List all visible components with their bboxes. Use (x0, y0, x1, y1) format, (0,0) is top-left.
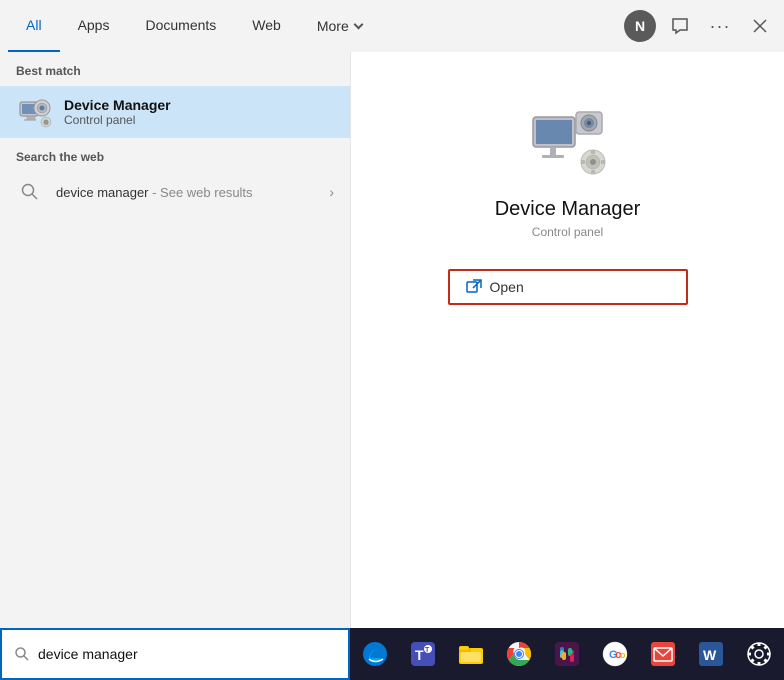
taskbar-word-icon[interactable]: W (689, 632, 733, 676)
taskbar-icons: T T (350, 632, 784, 676)
taskbar-explorer-icon[interactable] (449, 632, 493, 676)
search-web-icon (16, 178, 44, 206)
main-container: Best match (0, 52, 784, 628)
left-panel: Best match (0, 52, 350, 628)
search-web-label: Search the web (0, 138, 350, 170)
taskbar-edge-icon[interactable] (353, 632, 397, 676)
taskbar-settings-icon[interactable] (737, 632, 781, 676)
open-window-icon (466, 279, 482, 295)
nav-right: N ··· (624, 10, 776, 42)
tab-apps[interactable]: Apps (60, 0, 128, 52)
taskbar-slack-icon[interactable] (545, 632, 589, 676)
device-manager-result[interactable]: ⚙ Device Manager Control panel (0, 86, 350, 138)
result-title: Device Manager (64, 97, 171, 113)
open-label: Open (490, 279, 524, 295)
taskbar-mail-icon[interactable] (641, 632, 685, 676)
svg-text:T: T (425, 647, 430, 654)
more-label: More (317, 18, 349, 34)
ellipsis-icon: ··· (710, 16, 731, 37)
chevron-down-icon (353, 20, 363, 30)
feedback-icon (671, 17, 689, 35)
arrow-right-icon: › (329, 184, 334, 200)
svg-text:⚙: ⚙ (43, 119, 49, 127)
taskbar: device manager T T (0, 628, 784, 680)
taskbar-chrome-icon[interactable] (497, 632, 541, 676)
svg-text:T: T (415, 647, 424, 663)
taskbar-teams-icon[interactable]: T T (401, 632, 445, 676)
web-result-item[interactable]: device manager - See web results › (0, 170, 350, 214)
tab-more[interactable]: More (299, 0, 380, 52)
feedback-button[interactable] (664, 10, 696, 42)
best-match-label: Best match (0, 52, 350, 86)
open-button[interactable]: Open (448, 269, 688, 305)
svg-text:o: o (620, 650, 626, 660)
tab-all[interactable]: All (8, 0, 60, 52)
detail-device-manager-icon (528, 102, 608, 182)
web-result-text: device manager - See web results (56, 185, 317, 200)
search-input-value[interactable]: device manager (38, 646, 336, 662)
tab-web[interactable]: Web (234, 0, 299, 52)
svg-text:W: W (703, 647, 717, 663)
result-subtitle: Control panel (64, 113, 171, 127)
tab-documents[interactable]: Documents (127, 0, 234, 52)
user-avatar[interactable]: N (624, 10, 656, 42)
detail-subtitle: Control panel (532, 225, 603, 239)
taskbar-search-icon (14, 646, 30, 662)
close-icon (752, 18, 768, 34)
result-text: Device Manager Control panel (64, 97, 171, 127)
right-panel: Device Manager Control panel Open (350, 52, 784, 628)
more-options-button[interactable]: ··· (704, 10, 736, 42)
top-nav: All Apps Documents Web More N ··· (0, 0, 784, 52)
nav-tabs: All Apps Documents Web More (8, 0, 380, 52)
taskbar-google-icon[interactable]: G o o (593, 632, 637, 676)
search-box[interactable]: device manager (0, 628, 350, 680)
close-button[interactable] (744, 10, 776, 42)
detail-title: Device Manager (495, 198, 641, 221)
device-manager-icon: ⚙ (16, 94, 52, 130)
